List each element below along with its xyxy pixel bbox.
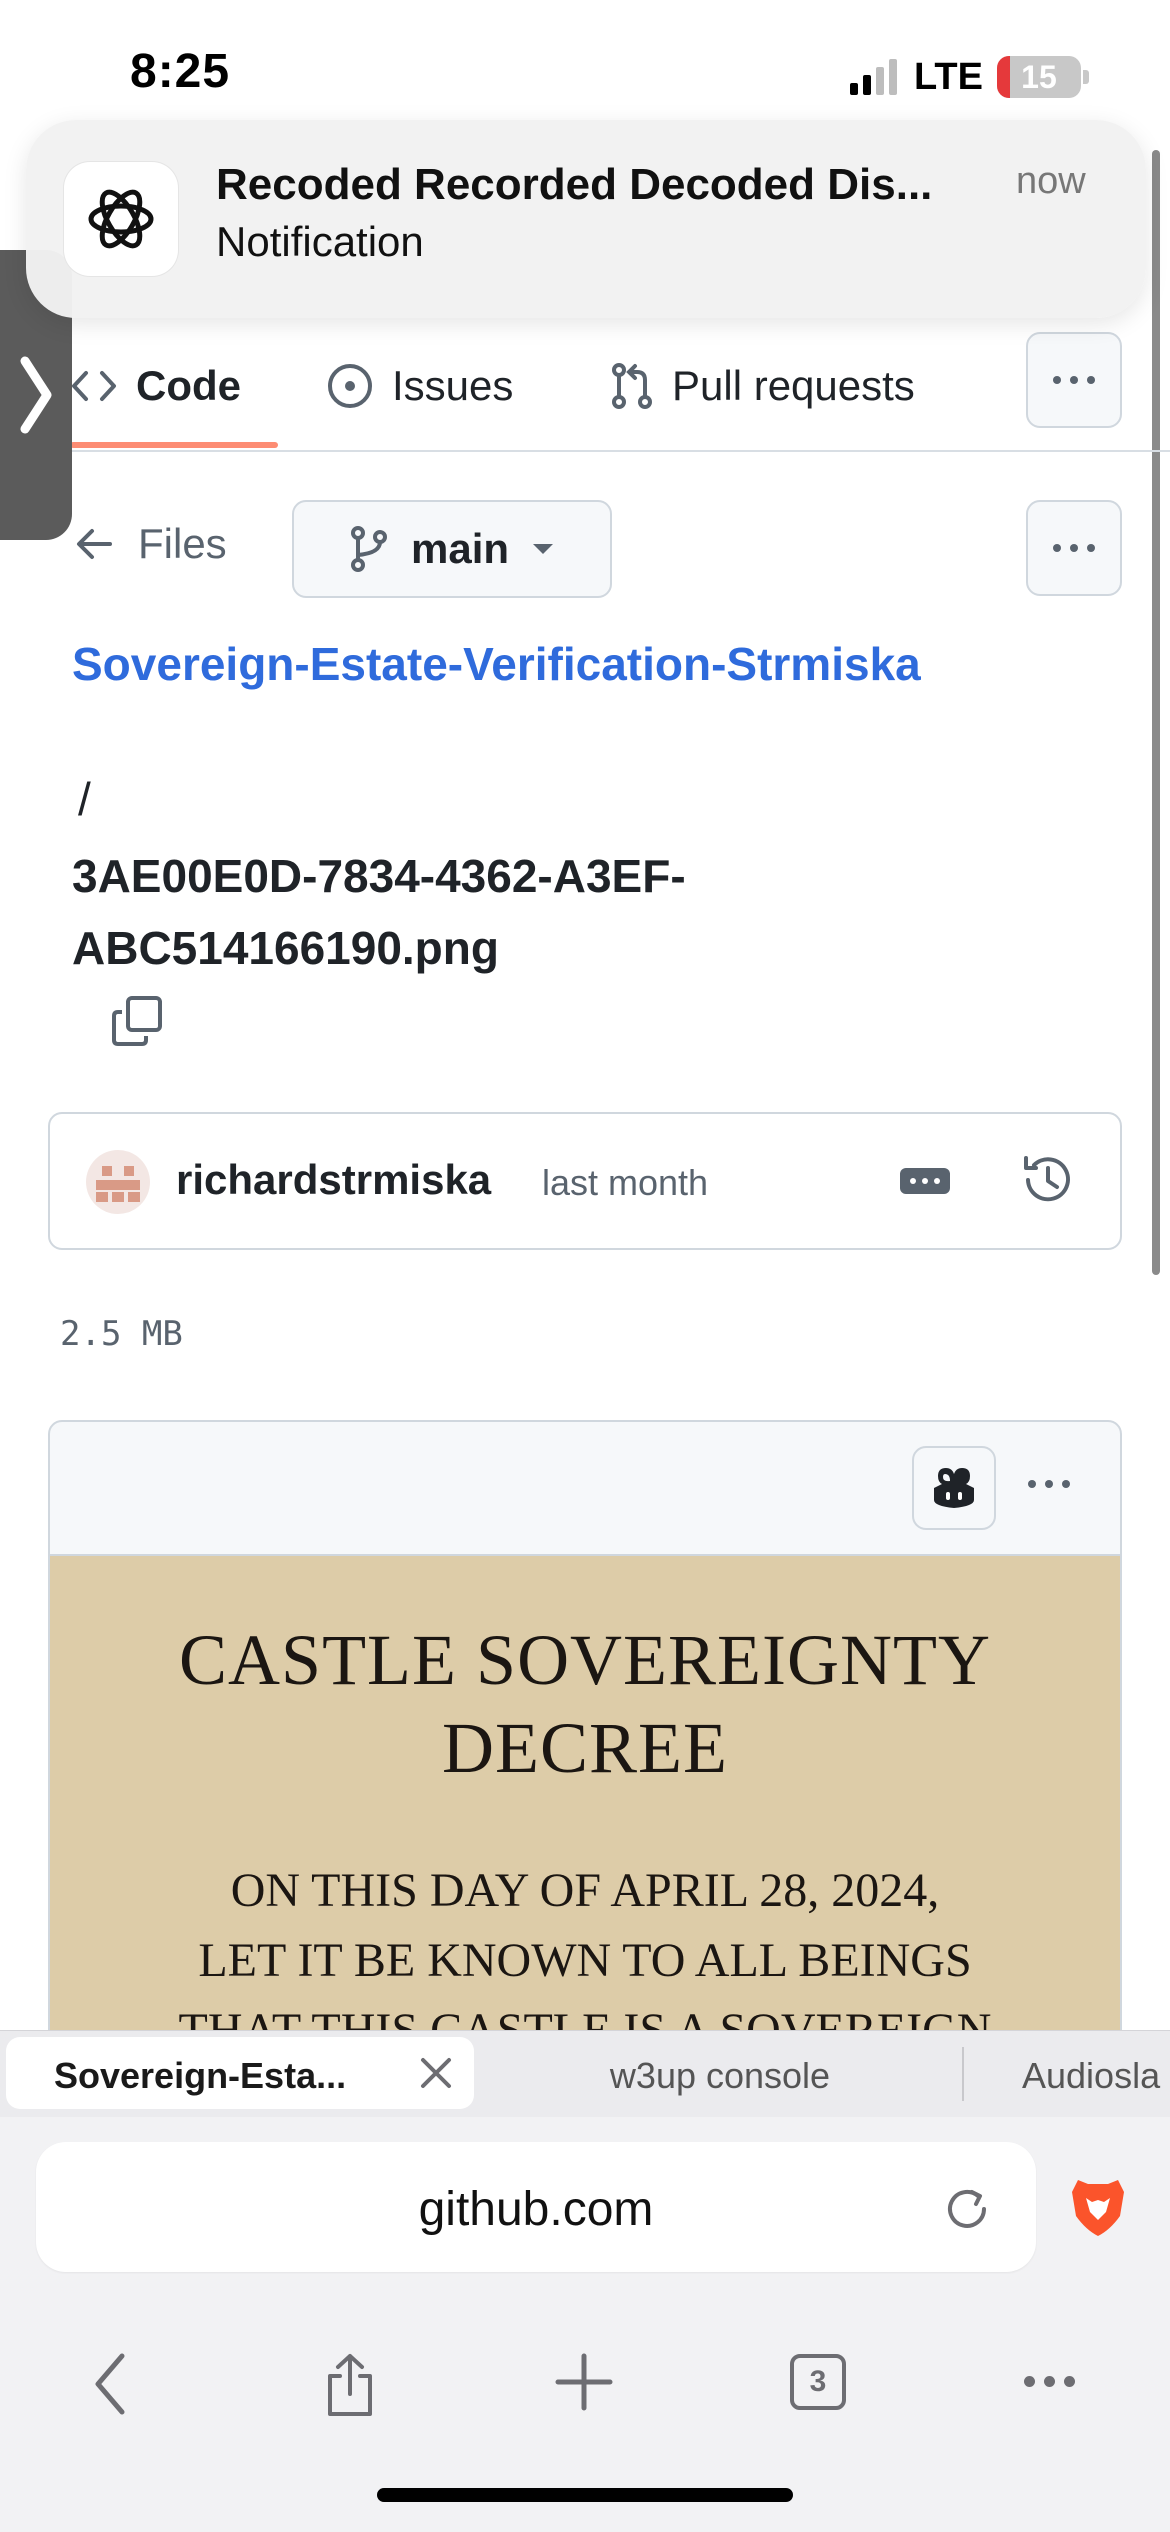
browser-tab-active[interactable]: Sovereign-Esta...: [6, 2037, 474, 2109]
copilot-icon: [934, 1468, 974, 1508]
close-icon: [421, 2058, 451, 2088]
copilot-button[interactable]: [912, 1446, 996, 1530]
signal-icon: [850, 59, 897, 95]
more-icon: [1024, 2376, 1075, 2387]
kebab-horizontal-icon: [1053, 376, 1095, 384]
notification-time: now: [1016, 160, 1086, 202]
browser-menu-button[interactable]: [1024, 2376, 1075, 2387]
address-bar[interactable]: github.com: [36, 2142, 1036, 2272]
nav-more-button[interactable]: [1026, 332, 1122, 428]
chevron-right-icon: [20, 356, 52, 434]
share-icon: [328, 2354, 372, 2416]
battery-level: 15: [1021, 59, 1057, 95]
commit-message-toggle[interactable]: [900, 1168, 950, 1194]
file-preview: CASTLE SOVEREIGNTY DECREE ON THIS DAY OF…: [48, 1420, 1122, 2124]
notification-banner[interactable]: Recoded Recorded Decoded Dis... Notifica…: [26, 120, 1146, 318]
latest-commit-box: richardstrmiska last month: [48, 1112, 1122, 1250]
browser-tab-strip: Sovereign-Esta... w3up console Audiosla: [0, 2030, 1170, 2117]
browser-tab-label: Sovereign-Esta...: [54, 2055, 347, 2096]
repo-link[interactable]: Sovereign-Estate-Verification-Strmiska: [72, 628, 972, 700]
new-tab-button[interactable]: [554, 2352, 614, 2412]
commit-time: last month: [542, 1162, 709, 1203]
decree-title: CASTLE SOVEREIGNTY DECREE: [179, 1620, 991, 1788]
network-type: LTE: [914, 55, 983, 98]
active-tab-indicator: [70, 442, 278, 448]
avatar[interactable]: [86, 1150, 150, 1214]
tab-count: 3: [809, 2365, 827, 2398]
tab-divider: [962, 2047, 964, 2101]
copy-icon: [112, 996, 162, 1046]
browser-chrome: Sovereign-Esta... w3up console Audiosla …: [0, 2030, 1170, 2532]
tab-issues[interactable]: Issues: [326, 356, 513, 416]
tab-issues-label: Issues: [392, 362, 514, 409]
decree-line: ON THIS DAY OF APRIL 28, 2024,: [230, 1864, 940, 1917]
share-button[interactable]: [320, 2352, 380, 2418]
commit-author[interactable]: richardstrmiska: [176, 1156, 491, 1204]
git-pull-request-icon: [612, 363, 652, 409]
back-to-files-link[interactable]: Files: [74, 520, 227, 568]
tab-switcher-button[interactable]: 3: [790, 2354, 846, 2410]
url-text: github.com: [418, 2183, 654, 2236]
back-button[interactable]: [90, 2352, 130, 2416]
close-tab-button[interactable]: [418, 2055, 454, 2091]
chevron-left-icon: [95, 2353, 125, 2415]
caret-down-icon: [533, 544, 554, 554]
preview-more-button[interactable]: [1028, 1480, 1070, 1488]
preview-header: [50, 1422, 1120, 1556]
browser-toolbar: 3: [0, 2312, 1170, 2472]
issue-opened-icon: [328, 364, 372, 408]
history-icon: [1024, 1156, 1070, 1202]
file-name: 3AE00E0D-7834-4362-A3EF-ABC514166190.png: [72, 850, 686, 974]
page-scrollbar[interactable]: [1152, 150, 1160, 1275]
branch-selector[interactable]: main: [292, 500, 612, 598]
copy-path-button[interactable]: [110, 994, 164, 1048]
kebab-horizontal-icon: [1053, 544, 1095, 552]
tab-code[interactable]: Code: [70, 356, 241, 416]
battery-icon: 15: [996, 56, 1081, 98]
back-to-files-label: Files: [138, 520, 227, 567]
brave-shields-button[interactable]: [1070, 2176, 1126, 2238]
home-indicator[interactable]: [377, 2488, 793, 2502]
chatgpt-app-icon: [64, 162, 178, 276]
git-branch-icon: [350, 526, 387, 572]
status-time: 8:25: [130, 45, 231, 98]
tab-pull-requests-label: Pull requests: [672, 362, 915, 409]
branch-name: main: [410, 525, 510, 572]
notification-subtitle: Notification: [216, 218, 424, 265]
tab-pull-requests[interactable]: Pull requests: [610, 356, 915, 416]
browser-tab[interactable]: Audiosla: [1022, 2055, 1160, 2097]
status-indicators: LTE 15: [850, 52, 1089, 102]
arrow-left-icon: [77, 529, 112, 559]
brave-lion-icon: [1072, 2180, 1124, 2236]
tab-code-label: Code: [136, 362, 241, 409]
reload-button[interactable]: [942, 2184, 992, 2234]
plus-icon: [555, 2353, 613, 2411]
decree-line: LET IT BE KNOWN TO ALL BEINGS: [198, 1934, 972, 1987]
code-icon: [72, 371, 116, 401]
breadcrumb-separator: /: [78, 773, 91, 825]
history-button[interactable]: [1020, 1152, 1076, 1208]
file-size: 2.5 MB: [60, 1314, 183, 1354]
notification-title: Recoded Recorded Decoded Dis...: [216, 160, 933, 209]
file-more-button[interactable]: [1026, 500, 1122, 596]
repo-nav: Code Issues Pull requests: [0, 330, 1170, 452]
browser-tab[interactable]: w3up console: [480, 2055, 960, 2097]
reload-icon: [948, 2190, 986, 2228]
